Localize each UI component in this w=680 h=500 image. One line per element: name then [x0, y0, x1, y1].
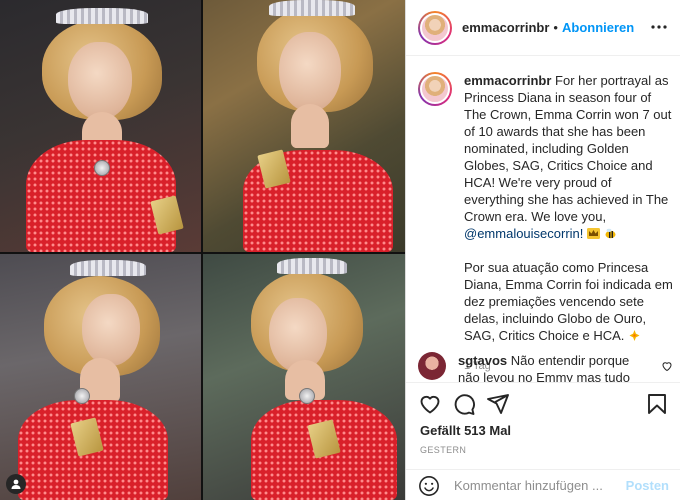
caption-username[interactable]: emmacorrinbr [464, 73, 551, 88]
likes-count[interactable]: Gefällt 513 Mal [420, 423, 511, 438]
user-tag-icon[interactable] [6, 474, 26, 494]
comment-input[interactable] [454, 478, 614, 493]
comments-section[interactable]: emmacorrinbr For her portrayal as Prince… [406, 56, 680, 382]
photo-bottom-left [0, 254, 201, 500]
add-comment-bar: Posten [406, 469, 680, 500]
commenter-avatar[interactable] [418, 352, 446, 380]
photo-top-right [203, 0, 405, 252]
post-comment-button[interactable]: Posten [626, 478, 669, 493]
bee-emoji-icon [604, 226, 617, 239]
heart-icon[interactable] [418, 392, 442, 416]
caption-avatar[interactable] [418, 72, 452, 106]
caption-paragraph-en: emmacorrinbr For her portrayal as Prince… [464, 72, 673, 242]
comment-username[interactable]: sgtavos [458, 353, 507, 368]
photo-bottom-right [203, 254, 405, 500]
profile-avatar[interactable] [418, 10, 452, 45]
post-image-carousel[interactable] [0, 0, 405, 500]
caption-paragraph-pt: Por sua atuação como Princesa Diana, Emm… [464, 259, 673, 344]
separator-dot: • [553, 20, 558, 35]
comment-body: sgtavos Não entendir porque não levou no… [458, 352, 648, 382]
caption-text-pt: Por sua atuação como Princesa Diana, Emm… [464, 260, 673, 343]
crown-emoji-icon [587, 226, 601, 239]
share-icon[interactable] [486, 392, 510, 416]
comment-icon[interactable] [452, 392, 476, 416]
bookmark-icon[interactable] [645, 392, 669, 416]
caption-text-en: For her portrayal as Princess Diana in s… [464, 73, 672, 224]
comment-item: sgtavos Não entendir porque não levou no… [418, 352, 673, 382]
caption-mention-link[interactable]: @emmalouisecorrin! [464, 226, 583, 241]
comment-like-icon[interactable] [661, 359, 673, 372]
follow-button[interactable]: Abonnieren [562, 20, 634, 35]
post-actions: Gefällt 513 Mal GESTERN Posten [406, 382, 680, 500]
post-caption: emmacorrinbr For her portrayal as Prince… [418, 72, 673, 375]
post-date: GESTERN [420, 445, 467, 455]
sparkle-emoji-icon [628, 328, 641, 341]
more-options-icon[interactable] [649, 17, 669, 37]
post-detail-panel: emmacorrinbr • Abonnieren emmacorrinbr F… [405, 0, 680, 500]
photo-top-left [0, 0, 201, 252]
post-username[interactable]: emmacorrinbr [462, 20, 549, 35]
emoji-picker-icon[interactable] [418, 475, 440, 497]
post-header: emmacorrinbr • Abonnieren [406, 0, 680, 56]
